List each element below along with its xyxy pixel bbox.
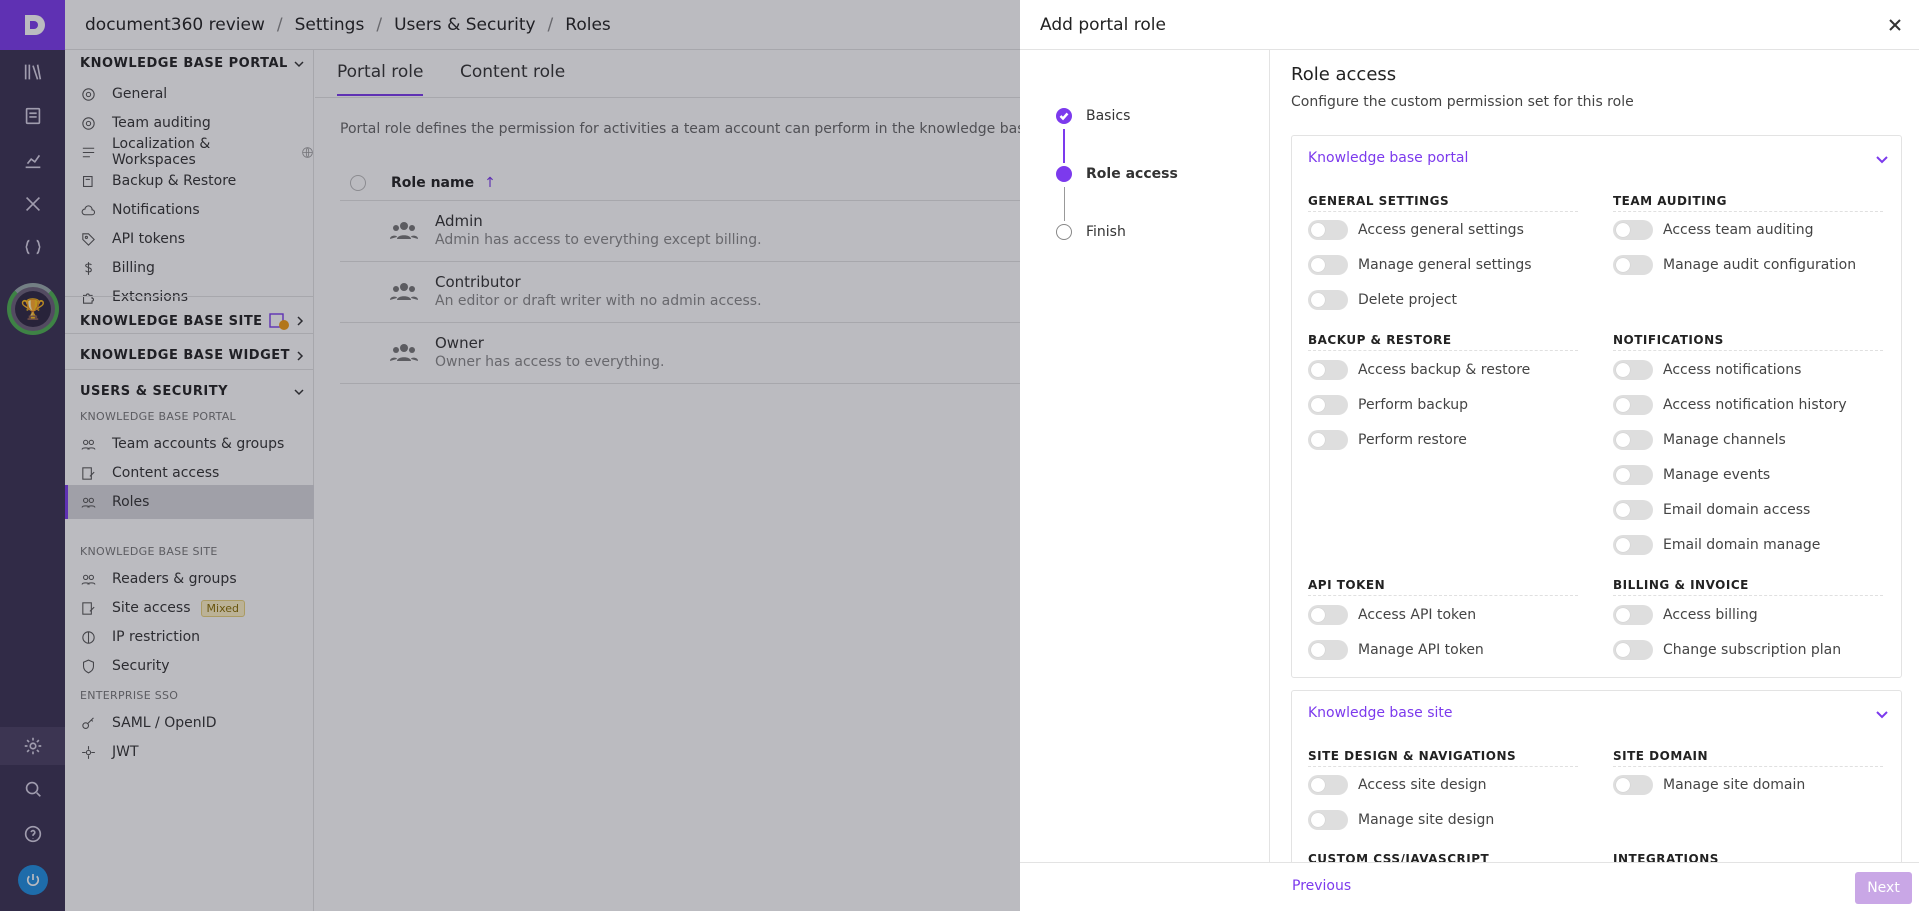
toggle[interactable] bbox=[1308, 640, 1348, 660]
role-access-subtitle: Configure the custom permission set for … bbox=[1291, 94, 1634, 110]
check-icon bbox=[1056, 108, 1072, 124]
perm-access-billing[interactable]: Access billing bbox=[1613, 605, 1758, 625]
perm-access-notification-history[interactable]: Access notification history bbox=[1613, 395, 1847, 415]
toggle[interactable] bbox=[1613, 360, 1653, 380]
chevron-down-icon[interactable] bbox=[1875, 707, 1889, 721]
role-access-title: Role access bbox=[1291, 64, 1397, 85]
current-step-dot bbox=[1056, 166, 1072, 182]
group-notifications: NOTIFICATIONS bbox=[1613, 333, 1883, 351]
add-portal-role-panel: Add portal role Basics Role access Finis… bbox=[1020, 0, 1919, 911]
perm-access-api-token[interactable]: Access API token bbox=[1308, 605, 1476, 625]
perm-manage-audit-configuration[interactable]: Manage audit configuration bbox=[1613, 255, 1856, 275]
close-icon[interactable] bbox=[1883, 13, 1907, 37]
toggle[interactable] bbox=[1613, 605, 1653, 625]
panel-footer: Previous Next bbox=[1020, 862, 1919, 911]
group-api-token: API TOKEN bbox=[1308, 578, 1578, 596]
role-access-section: Role access Configure the custom permiss… bbox=[1271, 50, 1919, 862]
toggle[interactable] bbox=[1613, 465, 1653, 485]
pending-step-dot bbox=[1056, 224, 1072, 240]
step-connector bbox=[1064, 187, 1065, 221]
toggle[interactable] bbox=[1308, 255, 1348, 275]
group-billing-invoice: BILLING & INVOICE bbox=[1613, 578, 1883, 596]
kb-site-card-title[interactable]: Knowledge base site bbox=[1308, 705, 1453, 721]
toggle[interactable] bbox=[1613, 395, 1653, 415]
stepper: Basics Role access Finish bbox=[1020, 50, 1270, 862]
perm-email-domain-access[interactable]: Email domain access bbox=[1613, 500, 1810, 520]
toggle[interactable] bbox=[1308, 395, 1348, 415]
toggle[interactable] bbox=[1613, 775, 1653, 795]
group-backup-restore: BACKUP & RESTORE bbox=[1308, 333, 1578, 351]
toggle[interactable] bbox=[1308, 775, 1348, 795]
perm-delete-project[interactable]: Delete project bbox=[1308, 290, 1457, 310]
chevron-down-icon[interactable] bbox=[1875, 152, 1889, 166]
toggle[interactable] bbox=[1613, 255, 1653, 275]
kb-portal-card: Knowledge base portal GENERAL SETTINGS A… bbox=[1291, 135, 1902, 678]
group-custom-css-js: CUSTOM CSS/JAVASCRIPT bbox=[1308, 852, 1578, 862]
perm-access-team-auditing[interactable]: Access team auditing bbox=[1613, 220, 1814, 240]
perm-manage-channels[interactable]: Manage channels bbox=[1613, 430, 1786, 450]
next-button[interactable]: Next bbox=[1855, 872, 1912, 904]
perm-manage-site-domain[interactable]: Manage site domain bbox=[1613, 775, 1805, 795]
perm-perform-restore[interactable]: Perform restore bbox=[1308, 430, 1467, 450]
step-connector bbox=[1063, 129, 1065, 163]
step-finish[interactable]: Finish bbox=[1056, 224, 1126, 240]
toggle[interactable] bbox=[1308, 360, 1348, 380]
perm-access-site-design[interactable]: Access site design bbox=[1308, 775, 1487, 795]
toggle[interactable] bbox=[1613, 430, 1653, 450]
step-basics[interactable]: Basics bbox=[1056, 108, 1130, 124]
toggle[interactable] bbox=[1613, 220, 1653, 240]
toggle[interactable] bbox=[1308, 605, 1348, 625]
toggle[interactable] bbox=[1613, 535, 1653, 555]
perm-access-general-settings[interactable]: Access general settings bbox=[1308, 220, 1524, 240]
step-role-access[interactable]: Role access bbox=[1056, 166, 1178, 182]
perm-manage-general-settings[interactable]: Manage general settings bbox=[1308, 255, 1532, 275]
perm-perform-backup[interactable]: Perform backup bbox=[1308, 395, 1468, 415]
panel-title: Add portal role bbox=[1040, 14, 1166, 35]
perm-access-notifications[interactable]: Access notifications bbox=[1613, 360, 1801, 380]
toggle[interactable] bbox=[1613, 500, 1653, 520]
kb-site-card: Knowledge base site SITE DESIGN & NAVIGA… bbox=[1291, 690, 1902, 862]
toggle[interactable] bbox=[1308, 220, 1348, 240]
group-site-domain: SITE DOMAIN bbox=[1613, 749, 1883, 767]
group-team-auditing: TEAM AUDITING bbox=[1613, 194, 1883, 212]
panel-header: Add portal role bbox=[1020, 0, 1919, 50]
group-site-design: SITE DESIGN & NAVIGATIONS bbox=[1308, 749, 1578, 767]
previous-button[interactable]: Previous bbox=[1292, 878, 1351, 894]
perm-access-backup-restore[interactable]: Access backup & restore bbox=[1308, 360, 1530, 380]
group-integrations: INTEGRATIONS bbox=[1613, 852, 1883, 862]
kb-portal-card-title[interactable]: Knowledge base portal bbox=[1308, 150, 1468, 166]
toggle[interactable] bbox=[1308, 290, 1348, 310]
toggle[interactable] bbox=[1308, 430, 1348, 450]
perm-manage-api-token[interactable]: Manage API token bbox=[1308, 640, 1484, 660]
perm-manage-site-design[interactable]: Manage site design bbox=[1308, 810, 1494, 830]
perm-change-subscription-plan[interactable]: Change subscription plan bbox=[1613, 640, 1841, 660]
perm-manage-events[interactable]: Manage events bbox=[1613, 465, 1770, 485]
perm-email-domain-manage[interactable]: Email domain manage bbox=[1613, 535, 1820, 555]
group-general-settings: GENERAL SETTINGS bbox=[1308, 194, 1578, 212]
modal-backdrop[interactable] bbox=[0, 0, 1020, 911]
toggle[interactable] bbox=[1613, 640, 1653, 660]
toggle[interactable] bbox=[1308, 810, 1348, 830]
